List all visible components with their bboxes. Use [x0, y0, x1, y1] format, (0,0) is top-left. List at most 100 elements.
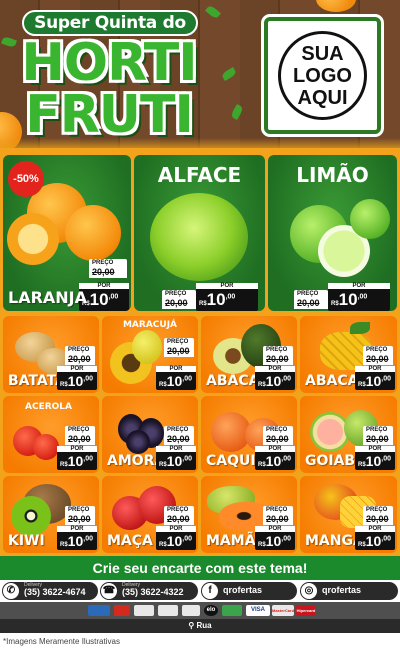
price-tag-main: POR R$10,00 [255, 526, 295, 550]
price-label: PREÇO [164, 338, 194, 346]
product-card-abacate[interactable]: ABACATE PREÇO 20,00 POR R$10,00 [201, 316, 297, 393]
contact-phone-2[interactable]: ☎ Delivery (35) 3622-4322 [100, 582, 198, 600]
disclaimer: *Imagens Meramente Ilustrativas [0, 633, 400, 650]
card-icon [182, 605, 200, 616]
visa-icon: VISA [246, 605, 270, 616]
old-price-value: 20,00 [366, 514, 389, 524]
price-cents: ,00 [357, 293, 368, 301]
product-card-kiwi[interactable]: KIWI PREÇO 20,00 POR R$10,00 [3, 476, 99, 553]
orange-image [65, 205, 121, 261]
price-label: PREÇO [263, 346, 293, 354]
price-label: PREÇO [363, 346, 393, 354]
price-cents: ,00 [281, 375, 291, 383]
contact-phone-1[interactable]: ✆ Delivery (35) 3622-4674 [2, 582, 98, 600]
old-price: 20,00 [65, 434, 95, 445]
currency: R$ [199, 301, 207, 307]
leaf-decoration [220, 67, 238, 81]
price-tag-main: POR R$10,00 [57, 526, 97, 550]
product-card-maracuja[interactable]: MARACUJÁ PREÇO 20,00 POR R$10,00 [102, 316, 198, 393]
product-card-manga[interactable]: MANGA PREÇO 20,00 POR R$10,00 [300, 476, 397, 553]
product-name: CAQUI [206, 453, 256, 469]
address-bar[interactable]: ⚲ Rua [0, 619, 400, 633]
price-label: PREÇO [363, 506, 393, 514]
price-tag-main: POR R$10,00 [328, 283, 390, 311]
price-tag: PREÇO 20,00 [65, 426, 95, 445]
product-card-batata[interactable]: BATATA PREÇO 20,00 POR R$10,00 [3, 316, 99, 393]
product-card-acerola[interactable]: ACEROLA PREÇO 20,00 POR R$10,00 [3, 396, 99, 473]
price-label: PREÇO [162, 290, 196, 298]
blackberry-image [126, 430, 150, 454]
price-tag: PREÇO 20,00 [363, 426, 393, 445]
currency: R$ [60, 382, 68, 388]
price-label: PREÇO [164, 426, 194, 434]
price-integer: 10 [89, 290, 109, 309]
leaf-decoration [230, 103, 244, 121]
old-price-value: 20,00 [266, 354, 289, 364]
lettuce-image [150, 193, 248, 281]
price-value: R$10,00 [156, 532, 196, 550]
currency: R$ [60, 542, 68, 548]
leaf-decoration [205, 4, 221, 20]
product-card-caqui[interactable]: CAQUI PREÇO 20,00 POR R$10,00 [201, 396, 297, 473]
old-price-value: 20,00 [165, 298, 188, 308]
product-card-alface[interactable]: ALFACE PREÇO 20,00 POR R$10,00 [134, 155, 265, 311]
price-tag-main: POR R$10,00 [156, 526, 196, 550]
price-tag: PREÇO 20,00 [263, 426, 293, 445]
product-name: KIWI [8, 533, 45, 549]
product-card-goiaba[interactable]: GOIABA PREÇO 20,00 POR R$10,00 [300, 396, 397, 473]
product-card-laranja[interactable]: -50% PREÇO 20,00 POR R$10,00 LARANJA [3, 155, 131, 311]
currency: R$ [358, 462, 366, 468]
price-value: R$10,00 [57, 452, 97, 470]
product-name: LIMÃO [296, 163, 369, 187]
product-name: ALFACE [157, 163, 242, 187]
card-icon [114, 605, 130, 616]
price-tag-main: POR R$10,00 [156, 366, 196, 390]
product-card-maca[interactable]: MAÇA PREÇO 20,00 POR R$10,00 [102, 476, 198, 553]
price-tag-main: POR R$10,00 [156, 446, 196, 470]
price-integer: 10 [67, 373, 84, 389]
price-tag: PREÇO 20,00 [89, 259, 127, 278]
price-value: R$10,00 [328, 289, 390, 311]
contact-facebook[interactable]: f qrofertas [201, 582, 297, 600]
hipercard-icon: Hipercard [296, 605, 316, 616]
instagram-icon: ◎ [301, 583, 317, 599]
card-icon [222, 605, 242, 616]
price-cents: ,00 [182, 455, 192, 463]
price-cents: ,00 [281, 455, 291, 463]
old-price-value: 20,00 [366, 434, 389, 444]
card-icon [158, 605, 178, 616]
price-cents: ,00 [83, 375, 93, 383]
price-tag: PREÇO 20,00 [65, 506, 95, 525]
product-name: MARACUJÁ [122, 320, 178, 330]
price-label: PREÇO [294, 290, 328, 298]
price-label: PREÇO [263, 506, 293, 514]
pineapple-leaves [350, 322, 370, 334]
price-value: R$10,00 [255, 452, 295, 470]
price-value: R$10,00 [156, 452, 196, 470]
price-tag: PREÇO 20,00 [65, 346, 95, 365]
old-price: 20,00 [89, 267, 127, 278]
currency: R$ [331, 301, 339, 307]
facebook-handle: qrofertas [223, 585, 263, 595]
contact-instagram[interactable]: ◎ qrofertas [300, 582, 398, 600]
old-price: 20,00 [294, 298, 328, 309]
logo-circle: SUA LOGO AQUI [278, 31, 367, 120]
price-tag-main: POR R$10,00 [57, 446, 97, 470]
old-price-value: 20,00 [366, 354, 389, 364]
product-card-limao[interactable]: LIMÃO PREÇO 20,00 POR R$10,00 [268, 155, 397, 311]
old-price: 20,00 [65, 354, 95, 365]
logo-text-line: SUA [301, 42, 344, 65]
product-name: MAÇA [107, 533, 153, 549]
price-tag-main: POR R$10,00 [255, 446, 295, 470]
price-integer: 10 [206, 290, 226, 309]
currency: R$ [258, 542, 266, 548]
cta-banner[interactable]: Crie seu encarte com este tema! [0, 556, 400, 580]
lime-image [350, 199, 390, 239]
address-text: Rua [196, 621, 212, 630]
product-card-mamao[interactable]: MAMÃO PREÇO 20,00 POR R$10,00 [201, 476, 297, 553]
price-tag: PREÇO 20,00 [263, 506, 293, 525]
title-line-1: HORTI [21, 33, 197, 93]
product-card-abacaxi[interactable]: ABACAXI PREÇO 20,00 POR R$10,00 [300, 316, 397, 393]
product-card-amora[interactable]: AMORA PREÇO 20,00 POR R$10,00 [102, 396, 198, 473]
price-label: PREÇO [164, 506, 194, 514]
